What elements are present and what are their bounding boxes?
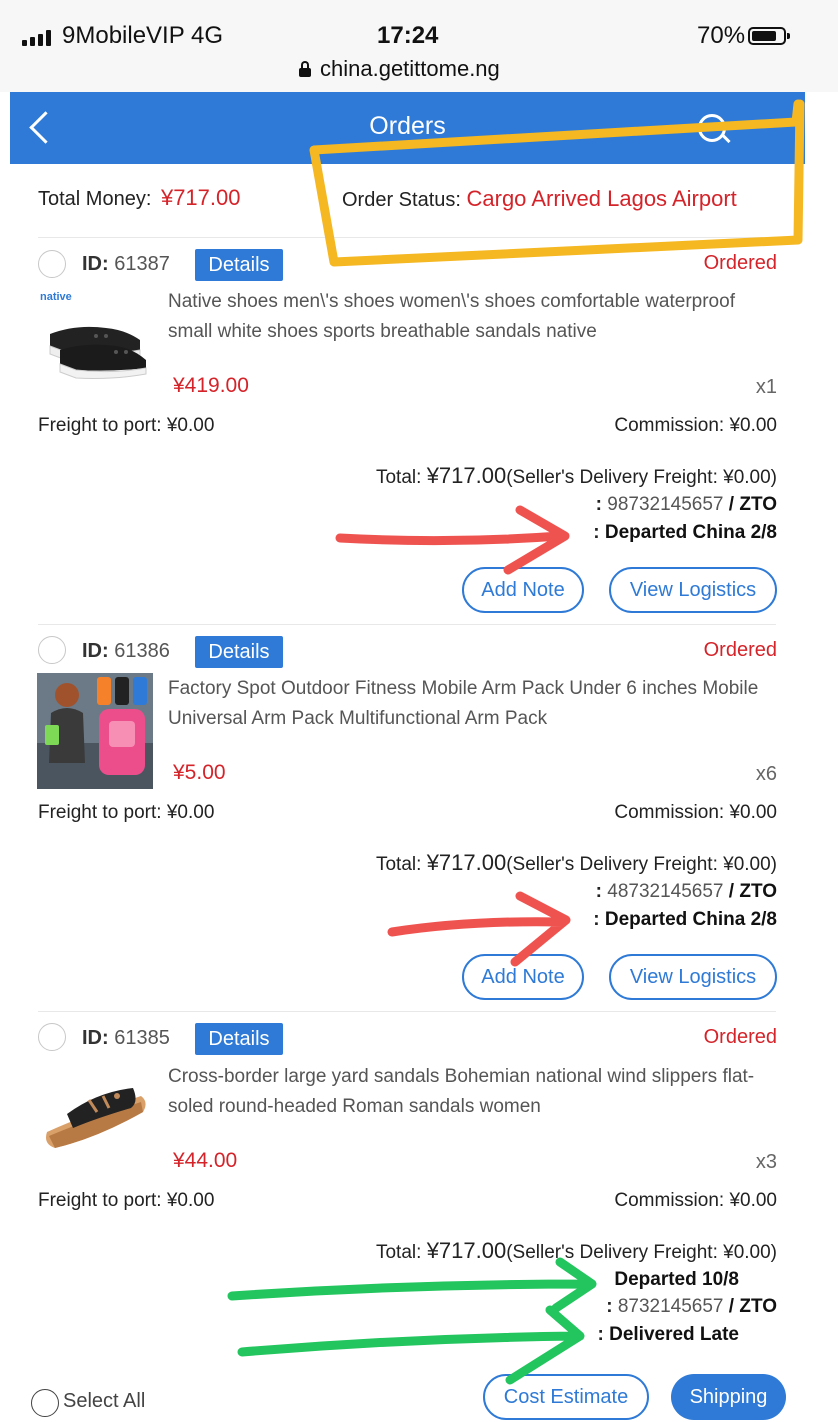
signal-icon: [22, 30, 51, 46]
details-button[interactable]: Details: [195, 249, 283, 281]
battery-icon: [748, 27, 790, 45]
select-all-label[interactable]: Select All: [63, 1390, 145, 1413]
logistics-status-line: : Departed China 2/8: [593, 522, 777, 543]
carrier-name: / ZTO: [728, 1296, 777, 1317]
details-button[interactable]: Details: [195, 1023, 283, 1055]
seller-delivery-freight: (Seller's Delivery Freight: ¥0.00): [506, 854, 777, 875]
departed-status: Departed 10/8: [614, 1269, 739, 1290]
product-title[interactable]: Native shoes men\'s shoes women\'s shoes…: [168, 287, 768, 347]
order-status-row: Order Status: Cargo Arrived Lagos Airpor…: [342, 186, 737, 212]
freight-to-port: Freight to port: ¥0.00: [38, 802, 215, 823]
freight-to-port: Freight to port: ¥0.00: [38, 415, 215, 436]
product-price: ¥419.00: [173, 374, 249, 397]
view-logistics-button[interactable]: View Logistics: [609, 567, 777, 613]
order-id-value: 61387: [114, 253, 170, 275]
order-id: ID: 61385: [82, 1027, 170, 1050]
commission: Commission: ¥0.00: [614, 415, 777, 436]
carrier-name: / ZTO: [728, 881, 777, 902]
commission: Commission: ¥0.00: [614, 802, 777, 823]
order-select-radio[interactable]: [38, 1023, 66, 1051]
page-title: Orders: [369, 112, 446, 140]
total-money-label: Total Money:: [38, 188, 152, 210]
order-id-label: ID:: [82, 640, 109, 662]
product-image[interactable]: [37, 1062, 153, 1178]
order-status-badge: Ordered: [703, 252, 777, 274]
divider: [38, 237, 776, 238]
total-prefix: Total:: [375, 1242, 427, 1263]
clock: 17:24: [377, 22, 439, 49]
order-id-value: 61385: [114, 1027, 170, 1049]
product-brand-label: native: [40, 291, 72, 303]
order-total: Total: ¥717.00(Seller's Delivery Freight…: [376, 850, 777, 876]
total-amount: ¥717.00: [426, 1238, 507, 1263]
search-icon[interactable]: [698, 114, 726, 142]
total-money-row: Total Money: ¥717.00: [38, 185, 240, 211]
product-quantity: x6: [755, 763, 777, 785]
add-note-button[interactable]: Add Note: [462, 954, 584, 1000]
product-title[interactable]: Cross-border large yard sandals Bohemian…: [168, 1062, 768, 1122]
url-text: china.getittome.ng: [320, 56, 500, 81]
seller-delivery-freight: (Seller's Delivery Freight: ¥0.00): [506, 467, 777, 488]
lock-icon: [298, 61, 312, 77]
address-bar[interactable]: china.getittome.ng: [298, 56, 500, 82]
product-image[interactable]: native: [36, 284, 152, 400]
total-prefix: Total:: [375, 467, 427, 488]
details-button[interactable]: Details: [195, 636, 283, 668]
order-total: Total: ¥717.00(Seller's Delivery Freight…: [376, 463, 777, 489]
tracking-number: 98732145657: [607, 494, 724, 515]
product-title[interactable]: Factory Spot Outdoor Fitness Mobile Arm …: [168, 674, 768, 734]
product-image[interactable]: [37, 673, 153, 789]
view-logistics-button[interactable]: View Logistics: [609, 954, 777, 1000]
cost-estimate-button[interactable]: Cost Estimate: [483, 1374, 649, 1420]
product-price: ¥5.00: [173, 761, 226, 784]
order-status-label: Order Status:: [342, 189, 461, 211]
nav-bar: Orders: [10, 92, 805, 164]
logistics-status-line: : Delivered Late: [597, 1324, 739, 1345]
order-id-value: 61386: [114, 640, 170, 662]
product-quantity: x1: [755, 376, 777, 398]
status-bar: 9MobileVIP 4G 17:24 70% china.getittome.…: [0, 0, 838, 92]
tracking-line: : 8732145657 / ZTO: [606, 1296, 777, 1317]
total-prefix: Total:: [375, 854, 427, 875]
add-note-button[interactable]: Add Note: [462, 567, 584, 613]
divider: [38, 624, 776, 625]
logistics-status-line: : Departed China 2/8: [593, 909, 777, 930]
shipping-button[interactable]: Shipping: [671, 1374, 786, 1420]
total-money-value: ¥717.00: [160, 185, 241, 210]
order-select-radio[interactable]: [38, 250, 66, 278]
departed-line: Departed 10/8: [614, 1269, 739, 1291]
tracking-line: : 48732145657 / ZTO: [595, 881, 777, 902]
tracking-line: : 98732145657 / ZTO: [595, 494, 777, 515]
order-status-badge: Ordered: [703, 639, 777, 661]
product-price: ¥44.00: [173, 1149, 238, 1172]
order-id: ID: 61387: [82, 253, 170, 276]
battery-percentage: 70%: [697, 22, 746, 49]
tracking-number: 8732145657: [617, 1296, 724, 1317]
select-all-radio[interactable]: [31, 1389, 59, 1417]
order-status-value: Cargo Arrived Lagos Airport: [466, 186, 737, 211]
order-id-label: ID:: [82, 1027, 109, 1049]
seller-delivery-freight: (Seller's Delivery Freight: ¥0.00): [506, 1242, 777, 1263]
order-id-label: ID:: [82, 253, 109, 275]
carrier-label: 9MobileVIP 4G: [62, 22, 223, 49]
product-quantity: x3: [755, 1151, 777, 1173]
order-total: Total: ¥717.00(Seller's Delivery Freight…: [376, 1238, 777, 1264]
freight-to-port: Freight to port: ¥0.00: [38, 1190, 215, 1211]
total-amount: ¥717.00: [426, 850, 507, 875]
order-id: ID: 61386: [82, 640, 170, 663]
commission: Commission: ¥0.00: [614, 1190, 777, 1211]
order-status-badge: Ordered: [703, 1026, 777, 1048]
order-select-radio[interactable]: [38, 636, 66, 664]
logistics-status: Departed China 2/8: [604, 909, 777, 930]
divider: [38, 1011, 776, 1012]
carrier-name: / ZTO: [728, 494, 777, 515]
logistics-status: Delivered Late: [609, 1324, 739, 1345]
logistics-status: Departed China 2/8: [604, 522, 777, 543]
total-amount: ¥717.00: [426, 463, 507, 488]
tracking-number: 48732145657: [607, 881, 724, 902]
